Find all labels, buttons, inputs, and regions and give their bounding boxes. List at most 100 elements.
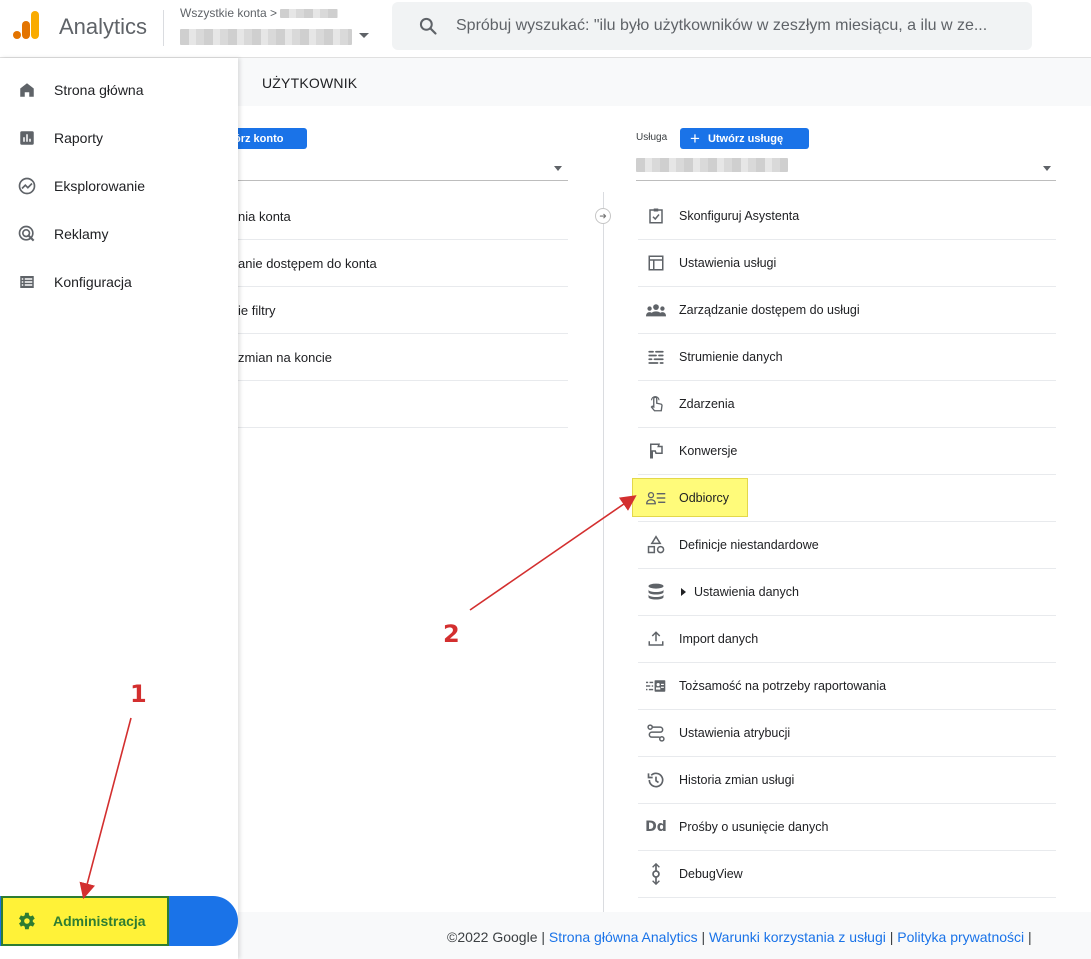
redacted-property-name [636, 157, 788, 172]
plus-icon: + [690, 129, 700, 148]
sidebar-item-admin[interactable]: Administracja [1, 896, 169, 946]
account-menu-item[interactable]: zmian na koncie [238, 334, 568, 381]
property-menu-item-identity[interactable]: Tożsamość na potrzeby raportowania [638, 663, 1056, 710]
search-bar[interactable]: Spróbuj wyszukać: "ilu było użytkowników… [392, 2, 1032, 50]
property-select-underline [636, 180, 1056, 181]
property-selector[interactable] [180, 28, 352, 46]
property-menu-item-audience[interactable]: Odbiorcy [638, 475, 1056, 522]
audience-icon [646, 488, 666, 508]
expand-triangle-icon[interactable] [681, 588, 686, 596]
property-item-label: Prośby o usunięcie danych [679, 820, 829, 834]
search-icon [419, 17, 437, 35]
account-menu-item[interactable]: nia konta [238, 193, 568, 240]
sidebar-item-label: Reklamy [54, 226, 109, 242]
property-menu-item-streams[interactable]: Strumienie danych [638, 334, 1056, 381]
redacted-account [280, 9, 339, 19]
create-account-button[interactable]: órz konto [231, 128, 307, 149]
property-item-label: Zarządzanie dostępem do usługi [679, 303, 860, 317]
flag-icon [646, 441, 666, 461]
property-item-label: DebugView [679, 867, 743, 881]
account-dropdown-chevron-icon[interactable] [554, 166, 562, 171]
property-label: Usługa [636, 132, 668, 143]
property-item-label: Konwersje [679, 444, 738, 458]
property-menu-item-dd[interactable]: Dd Prośby o usunięcie danych [638, 804, 1056, 851]
property-item-label: Zdarzenia [679, 397, 735, 411]
upload-icon [646, 629, 666, 649]
history-icon [646, 770, 666, 790]
property-dropdown-chevron-icon[interactable] [1043, 166, 1051, 171]
checklist-icon [646, 206, 666, 226]
footer-link-privacy[interactable]: Polityka prywatności [897, 929, 1024, 945]
chevron-down-icon[interactable] [359, 33, 369, 38]
annotation-number-1: 1 [130, 680, 147, 708]
search-input[interactable]: Spróbuj wyszukać: "ilu było użytkowników… [456, 17, 1026, 35]
header-divider [163, 10, 164, 46]
top-bar: Analytics Wszystkie konta > Spróbuj wysz… [0, 0, 1091, 58]
sidebar-item-explore[interactable]: Eksplorowanie [0, 162, 238, 210]
property-menu-item-touch[interactable]: Zdarzenia [638, 381, 1056, 428]
property-menu-item-debug[interactable]: DebugView [638, 851, 1056, 898]
property-item-label: Strumienie danych [679, 350, 783, 364]
sidebar-item-ads[interactable]: Reklamy [0, 210, 238, 258]
sidebar-item-configure[interactable]: Konfiguracja [0, 258, 238, 306]
home-icon [16, 81, 38, 99]
admin-tabs: UŻYTKOWNIK [238, 58, 1091, 106]
property-menu-item-attribution[interactable]: Ustawienia atrybucji [638, 710, 1056, 757]
arrow-right-icon: ➜ [595, 208, 611, 224]
property-item-label: Import danych [679, 632, 759, 646]
dd-icon: Dd [645, 819, 667, 835]
account-menu-item[interactable]: ie filtry [238, 287, 568, 334]
account-select-underline [238, 180, 568, 181]
explore-icon [16, 176, 38, 196]
bar-chart-icon [16, 129, 38, 147]
footer-separator: | [701, 929, 706, 945]
account-item-label: nia konta [238, 208, 291, 224]
footer-link-terms[interactable]: Warunki korzystania z usługi [709, 929, 886, 945]
property-menu-item-layout[interactable]: Ustawienia usługi [638, 240, 1056, 287]
property-menu-item-flag[interactable]: Konwersje [638, 428, 1056, 475]
create-account-label: órz konto [234, 132, 284, 145]
analytics-logo-icon[interactable] [12, 10, 40, 40]
account-breadcrumb[interactable]: Wszystkie konta > [180, 6, 339, 20]
create-property-button[interactable]: + Utwórz usługę [680, 128, 809, 149]
property-menu-item-history[interactable]: Historia zmian usługi [638, 757, 1056, 804]
property-item-label: Ustawienia atrybucji [679, 726, 791, 740]
property-item-label: Ustawienia usługi [679, 256, 777, 270]
sidebar-item-label: Eksplorowanie [54, 178, 146, 194]
property-menu-item-shapes[interactable]: Definicje niestandardowe [638, 522, 1056, 569]
sidebar-item-label: Strona główna [54, 82, 144, 98]
list-icon [16, 273, 38, 291]
ads-icon [16, 224, 38, 244]
people-icon [646, 300, 666, 320]
layout-icon [646, 253, 666, 273]
property-menu-item-people[interactable]: Zarządzanie dostępem do usługi [638, 287, 1056, 334]
sidebar-item-reports[interactable]: Raporty [0, 114, 238, 162]
shapes-icon [646, 535, 666, 555]
property-menu-item-upload[interactable]: Import danych [638, 616, 1056, 663]
attribution-icon [646, 723, 666, 743]
sidebar-item-label: Konfiguracja [54, 274, 132, 290]
debug-icon [646, 863, 666, 885]
tab-user[interactable]: UŻYTKOWNIK [262, 75, 357, 91]
property-select[interactable] [636, 156, 788, 174]
account-menu-item[interactable] [238, 381, 568, 428]
property-item-label: Tożsamość na potrzeby raportowania [679, 679, 887, 693]
admin-label: Administracja [53, 913, 146, 929]
property-menu-item-database[interactable]: Ustawienia danych [638, 569, 1056, 616]
create-property-label: Utwórz usługę [707, 132, 784, 145]
property-item-label: Odbiorcy [679, 491, 730, 505]
breadcrumb-root[interactable]: Wszystkie konta [180, 6, 267, 20]
copyright: ©2022 Google | [447, 929, 546, 945]
property-item-label: Definicje niestandardowe [679, 538, 819, 552]
footer-separator: | [889, 929, 894, 945]
account-menu-item[interactable]: anie dostępem do konta [238, 240, 568, 287]
identity-icon [646, 676, 666, 696]
touch-icon [646, 394, 666, 414]
property-item-label: Historia zmian usługi [679, 773, 795, 787]
footer-link-home[interactable]: Strona główna Analytics [549, 929, 698, 945]
property-menu-item-checklist[interactable]: Skonfiguruj Asystenta [638, 193, 1056, 240]
breadcrumb-separator: > [270, 6, 278, 20]
sidebar-item-home[interactable]: Strona główna [0, 66, 238, 114]
sidebar-item-label: Raporty [54, 130, 104, 146]
account-item-label: zmian na koncie [238, 349, 332, 365]
